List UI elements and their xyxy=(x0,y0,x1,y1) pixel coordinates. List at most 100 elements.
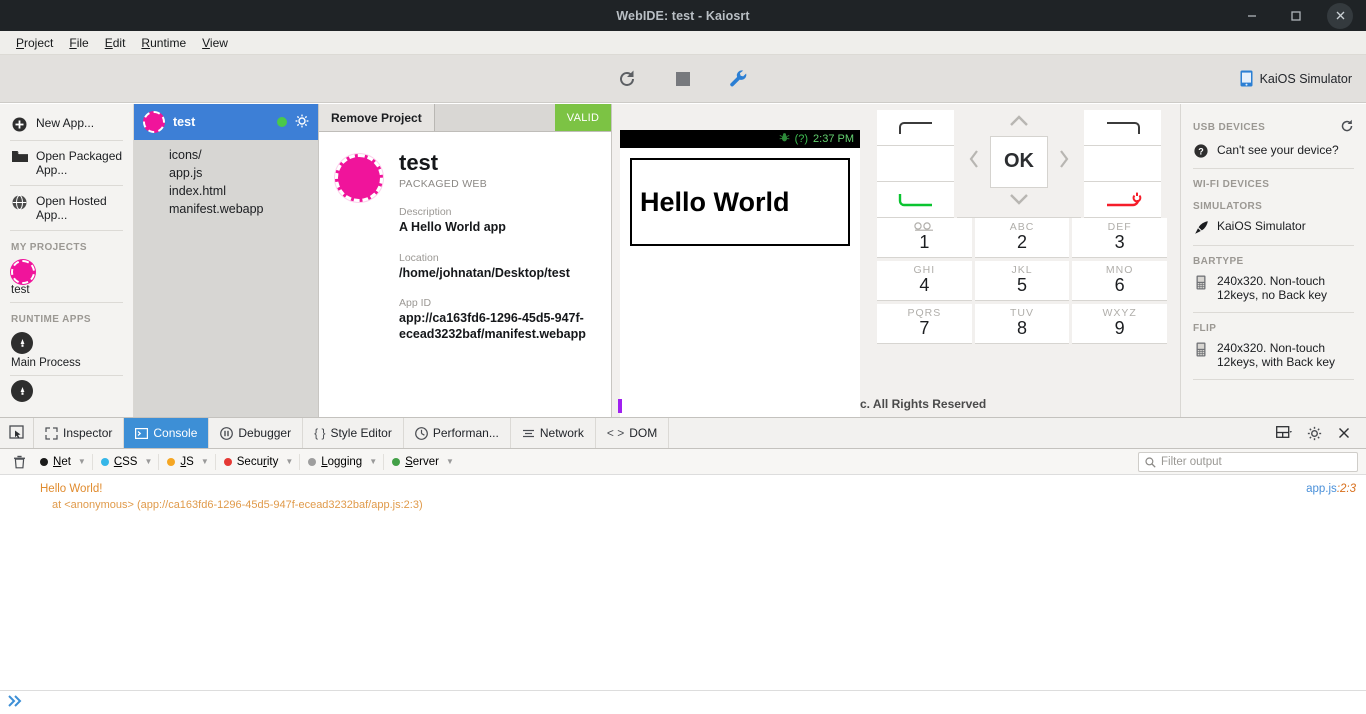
key-1[interactable]: 1 xyxy=(877,218,972,258)
simulator-item-kaios[interactable]: KaiOS Simulator xyxy=(1181,216,1366,242)
soft-key-left-icon xyxy=(898,121,932,134)
filter-js[interactable]: JS ▼ xyxy=(161,453,216,470)
chevron-down-icon[interactable]: ▼ xyxy=(369,457,377,466)
element-picker-button[interactable] xyxy=(0,418,34,448)
power-key[interactable] xyxy=(1084,182,1161,218)
sidebar-project-test[interactable]: test xyxy=(0,258,133,300)
soft-key-left[interactable] xyxy=(877,110,954,146)
usb-devices-heading: USB DEVICES xyxy=(1181,112,1366,140)
rocket-icon xyxy=(11,380,33,402)
chevron-down-icon[interactable]: ▼ xyxy=(78,457,86,466)
phone-screen[interactable]: (?) 2:37 PM Hello World xyxy=(620,130,860,417)
window-close-button[interactable] xyxy=(1318,0,1362,31)
console-stack-trace[interactable]: at <anonymous> (app://ca163fd6-1296-45d5… xyxy=(0,499,1366,511)
console-input-row[interactable] xyxy=(0,690,1366,714)
chevron-down-icon[interactable] xyxy=(1007,190,1031,211)
menu-view[interactable]: View xyxy=(194,33,236,53)
keypad-blank-left[interactable] xyxy=(877,146,954,182)
project-header[interactable]: test xyxy=(134,104,318,140)
window-minimize-button[interactable] xyxy=(1230,0,1274,31)
trash-icon xyxy=(13,455,25,468)
runtime-selector[interactable]: KaiOS Simulator xyxy=(1240,70,1352,87)
file-item[interactable]: icons/ xyxy=(134,146,318,164)
filter-net[interactable]: Net ▼ xyxy=(34,453,93,470)
sidebar-divider xyxy=(10,375,123,376)
key-7[interactable]: PQRS 7 xyxy=(877,304,972,344)
help-circle-icon: ? xyxy=(1193,144,1209,158)
split-console-button[interactable] xyxy=(1270,417,1298,449)
sidebar-open-hosted-app[interactable]: Open Hosted App... xyxy=(0,188,133,228)
stop-button[interactable] xyxy=(665,64,701,94)
phone-icon xyxy=(1240,70,1253,87)
tab-dom[interactable]: < > DOM xyxy=(596,418,670,448)
console-message-source[interactable]: app.js:2:3 xyxy=(1306,482,1356,498)
filter-security[interactable]: Security ▼ xyxy=(218,453,301,470)
chevron-down-icon[interactable]: ▼ xyxy=(144,457,152,466)
file-item[interactable]: index.html xyxy=(134,182,318,200)
chevron-down-icon[interactable]: ▼ xyxy=(285,457,293,466)
key-3[interactable]: DEF 3 xyxy=(1072,218,1168,258)
devtools-settings-button[interactable] xyxy=(1300,417,1328,449)
close-icon xyxy=(1339,428,1349,438)
key-5[interactable]: JKL 5 xyxy=(974,261,1070,301)
sidebar-new-app[interactable]: New App... xyxy=(0,110,133,138)
tab-console-label: Console xyxy=(153,426,198,440)
app-icon xyxy=(11,260,35,284)
console-icon xyxy=(135,427,149,439)
key-2[interactable]: ABC 2 xyxy=(974,218,1070,258)
project-details-body: test PACKAGED WEB Description A Hello Wo… xyxy=(319,132,611,343)
keypad-row-3: PQRS 7 TUV 8 WXYZ 9 xyxy=(877,304,1168,344)
key-4[interactable]: GHI 4 xyxy=(877,261,972,301)
soft-key-right[interactable] xyxy=(1084,110,1161,146)
tab-performance[interactable]: Performan... xyxy=(404,418,511,448)
field-app-id-value: app://ca163fd6-1296-45d5-947f-ecead3232b… xyxy=(399,311,586,341)
devtools-close-button[interactable] xyxy=(1330,417,1358,449)
key-6[interactable]: MNO 6 xyxy=(1072,261,1168,301)
chevron-right-icon[interactable] xyxy=(1058,149,1069,174)
project-details-toolbar: Remove Project VALID xyxy=(319,104,611,132)
ok-button[interactable]: OK xyxy=(990,135,1048,188)
sidebar-runtime-app-partial[interactable] xyxy=(0,378,133,409)
flip-device-item[interactable]: 240x320. Non-touch 12keys, with Back key xyxy=(1181,338,1366,376)
refresh-icon[interactable] xyxy=(1340,119,1354,136)
chevron-up-icon[interactable] xyxy=(1007,112,1031,133)
bartype-device-item[interactable]: 240x320. Non-touch 12keys, no Back key xyxy=(1181,271,1366,309)
filter-css[interactable]: CSS ▼ xyxy=(95,453,160,470)
filter-output-box[interactable]: Filter output xyxy=(1138,452,1358,472)
sidebar-divider xyxy=(10,185,123,186)
menu-runtime[interactable]: Runtime xyxy=(133,33,194,53)
usb-help-row[interactable]: ? Can't see your device? xyxy=(1181,140,1366,165)
field-location-label: Location xyxy=(399,251,439,264)
gear-icon[interactable] xyxy=(295,114,309,131)
device-icon xyxy=(1193,342,1209,357)
key-8[interactable]: TUV 8 xyxy=(974,304,1070,344)
keypad-blank-right[interactable] xyxy=(1084,146,1161,182)
tab-inspector[interactable]: Inspector xyxy=(34,418,125,448)
chevron-down-icon[interactable]: ▼ xyxy=(201,457,209,466)
key-9[interactable]: WXYZ 9 xyxy=(1072,304,1168,344)
file-item[interactable]: app.js xyxy=(134,164,318,182)
sidebar-runtime-app-main-process[interactable]: Main Process xyxy=(0,330,133,373)
menu-file[interactable]: File xyxy=(61,33,96,53)
tab-network[interactable]: Network xyxy=(511,418,596,448)
console-message[interactable]: Hello World! app.js:2:3 xyxy=(0,481,1366,499)
sidebar-divider xyxy=(10,140,123,141)
reload-button[interactable] xyxy=(609,64,645,94)
filter-server[interactable]: Server ▼ xyxy=(386,454,460,470)
window-maximize-button[interactable] xyxy=(1274,0,1318,31)
menu-project[interactable]: PProjectroject xyxy=(8,33,61,53)
call-key[interactable] xyxy=(877,182,954,218)
filter-logging[interactable]: Logging ▼ xyxy=(302,453,385,470)
tab-style-editor[interactable]: { } Style Editor xyxy=(303,418,404,448)
tab-debugger[interactable]: Debugger xyxy=(209,418,304,448)
chevron-down-icon[interactable]: ▼ xyxy=(446,457,454,466)
sidebar-divider xyxy=(10,302,123,303)
clear-console-button[interactable] xyxy=(6,455,32,469)
tab-console[interactable]: Console xyxy=(124,418,210,448)
menu-edit[interactable]: Edit xyxy=(97,33,134,53)
sidebar-open-packaged-app[interactable]: Open Packaged App... xyxy=(0,143,133,183)
file-item[interactable]: manifest.webapp xyxy=(134,200,318,218)
remove-project-button[interactable]: Remove Project xyxy=(319,104,435,131)
toggle-devtools-button[interactable] xyxy=(721,64,757,94)
chevron-left-icon[interactable] xyxy=(969,149,980,174)
